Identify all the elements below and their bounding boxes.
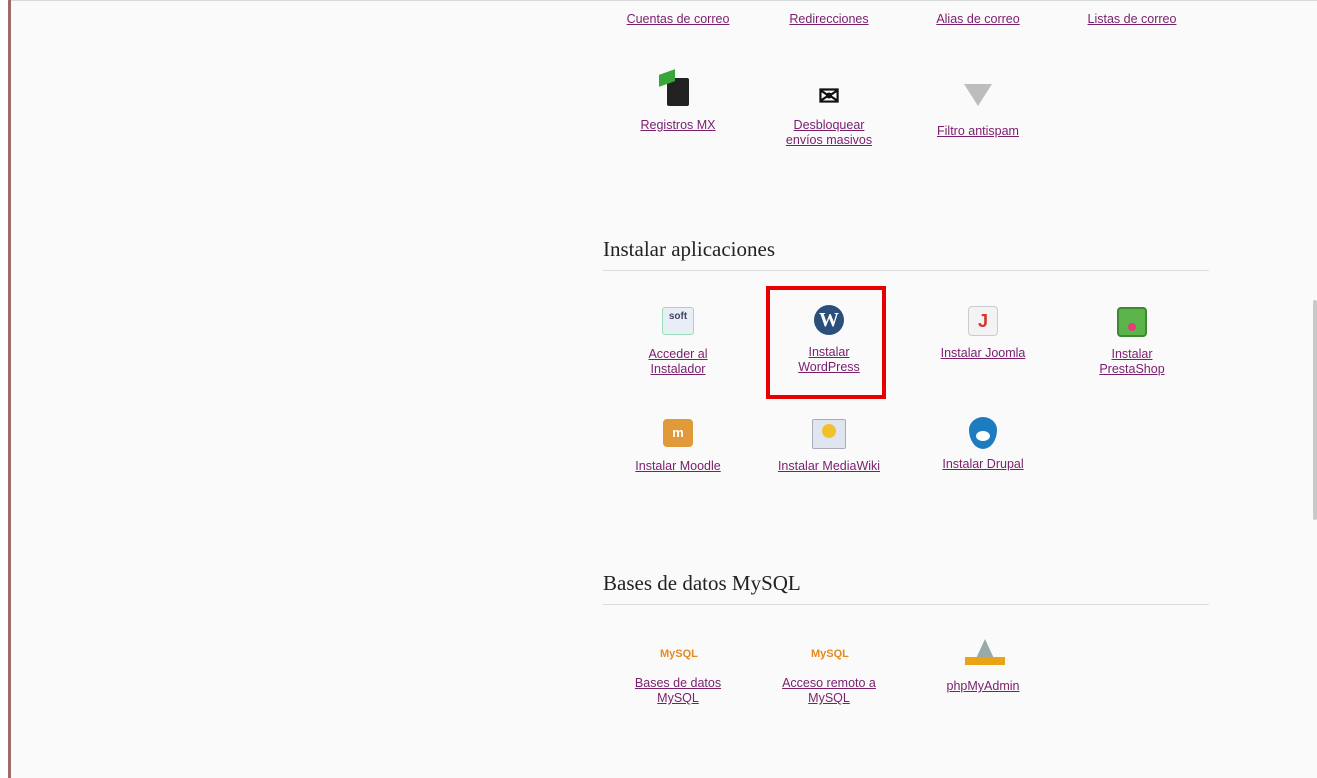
bulk-mail-label-line1: Desbloquear: [793, 118, 865, 132]
mysql-icon[interactable]: MySQL: [660, 636, 698, 672]
mx-records-item[interactable]: Registros MX: [603, 78, 753, 133]
drupal-icon[interactable]: [965, 417, 1001, 453]
mediawiki-icon[interactable]: [811, 419, 847, 455]
joomla-link[interactable]: Instalar Joomla: [908, 346, 1058, 361]
phpmyadmin-icon[interactable]: [965, 639, 1005, 675]
prestashop-icon[interactable]: [1114, 307, 1150, 343]
softaculous-label-line2: Instalador: [650, 362, 706, 376]
phpmyadmin-link[interactable]: phpMyAdmin: [908, 679, 1058, 694]
mysql-databases-label-line1: Bases de datos: [634, 676, 722, 690]
scrollbar[interactable]: [1313, 300, 1317, 520]
bulk-mail-item[interactable]: ✉ Desbloquear envíos masivos: [754, 78, 904, 148]
link-cuentas-de-correo[interactable]: Cuentas de correo: [603, 12, 753, 27]
top-divider: [11, 0, 1317, 1]
prestashop-link[interactable]: Instalar PrestaShop: [1057, 347, 1207, 377]
mysql-remote-item[interactable]: MySQL Acceso remoto a MySQL: [754, 636, 904, 706]
softaculous-icon[interactable]: soft: [660, 307, 696, 343]
bulk-mail-icon[interactable]: ✉: [811, 78, 847, 114]
bulk-mail-link[interactable]: Desbloquear envíos masivos: [754, 118, 904, 148]
softaculous-link[interactable]: Acceder al Instalador: [603, 347, 753, 377]
email-links-row: Cuentas de correo Redirecciones Alias de…: [603, 12, 1211, 32]
antispam-link[interactable]: Filtro antispam: [903, 124, 1053, 139]
prestashop-item[interactable]: Instalar PrestaShop: [1057, 302, 1207, 377]
wordpress-highlight-box: [766, 286, 886, 399]
mysql-remote-label-line2: MySQL: [808, 691, 850, 705]
mediawiki-link[interactable]: Instalar MediaWiki: [754, 459, 904, 474]
joomla-icon[interactable]: J: [965, 306, 1001, 342]
mysql-databases-label-line2: MySQL: [657, 691, 699, 705]
drupal-item[interactable]: Instalar Drupal: [908, 415, 1058, 472]
link-alias-de-correo[interactable]: Alias de correo: [903, 12, 1053, 27]
mx-server-icon[interactable]: [660, 78, 696, 114]
mysql-remote-icon-text-a: My: [811, 648, 827, 660]
moodle-item[interactable]: m Instalar Moodle: [603, 415, 753, 474]
moodle-link[interactable]: Instalar Moodle: [603, 459, 753, 474]
prestashop-label-line2: PrestaShop: [1099, 362, 1165, 376]
apps-section-title: Instalar aplicaciones: [603, 237, 1209, 271]
mysql-remote-link[interactable]: Acceso remoto a MySQL: [754, 676, 904, 706]
mysql-remote-icon[interactable]: MySQL: [811, 636, 849, 672]
antispam-item[interactable]: Filtro antispam: [903, 78, 1053, 139]
mysql-remote-label-line1: Acceso remoto a: [782, 676, 876, 690]
mysql-databases-item[interactable]: MySQL Bases de datos MySQL: [603, 636, 753, 706]
softaculous-item[interactable]: soft Acceder al Instalador: [603, 302, 753, 377]
left-border: [0, 0, 11, 778]
joomla-item[interactable]: J Instalar Joomla: [908, 302, 1058, 361]
mysql-icon-text-b: SQL: [675, 648, 698, 660]
moodle-icon[interactable]: m: [660, 419, 696, 455]
mx-records-link[interactable]: Registros MX: [603, 118, 753, 133]
phpmyadmin-item[interactable]: phpMyAdmin: [908, 636, 1058, 694]
link-redirecciones[interactable]: Redirecciones: [754, 12, 904, 27]
mysql-section-title: Bases de datos MySQL: [603, 571, 1209, 605]
link-listas-de-correo[interactable]: Listas de correo: [1057, 12, 1207, 27]
page: Cuentas de correo Redirecciones Alias de…: [0, 0, 1317, 778]
drupal-link[interactable]: Instalar Drupal: [908, 457, 1058, 472]
prestashop-label-line1: Instalar: [1111, 347, 1153, 361]
mysql-icon-text-a: My: [660, 648, 676, 660]
mediawiki-item[interactable]: Instalar MediaWiki: [754, 415, 904, 474]
antispam-filter-icon[interactable]: [960, 84, 996, 120]
softaculous-label-line1: Acceder al: [648, 347, 708, 361]
mysql-remote-icon-text-b: SQL: [826, 648, 849, 660]
mysql-databases-link[interactable]: Bases de datos MySQL: [603, 676, 753, 706]
bulk-mail-label-line2: envíos masivos: [785, 133, 873, 147]
